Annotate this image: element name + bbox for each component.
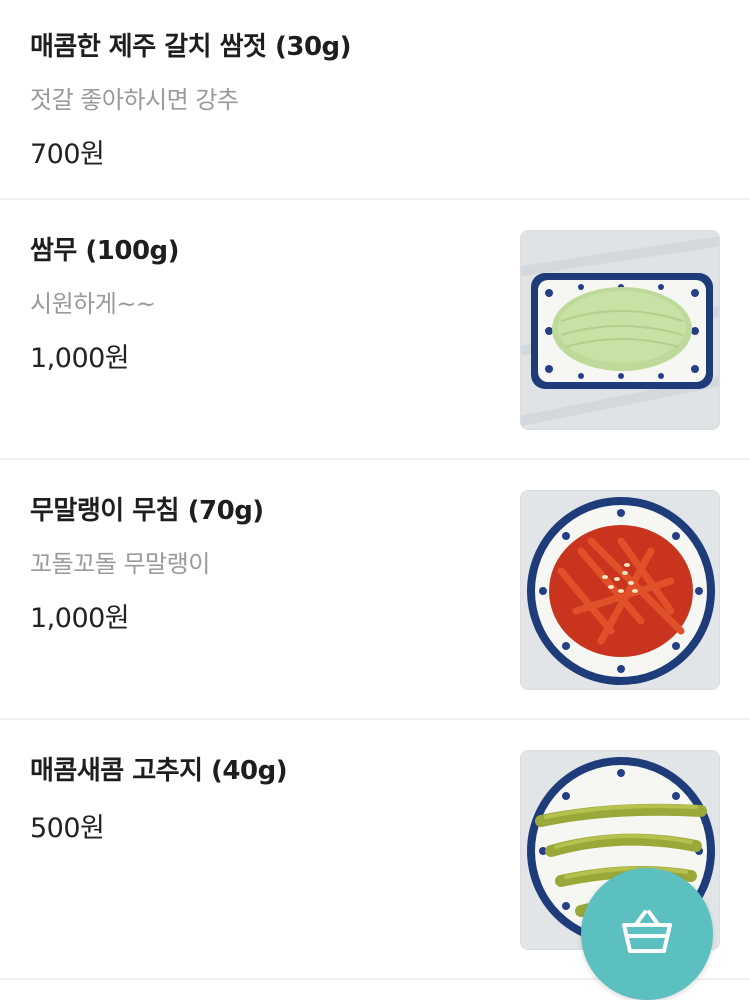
menu-item[interactable]: 매콤한 제주 갈치 쌈젓 (30g) 젓갈 좋아하시면 강추 700원 bbox=[0, 0, 750, 200]
menu-item-name: 매콤새콤 고추지 (40g) bbox=[30, 756, 288, 786]
menu-item-name: 매콤한 제주 갈치 쌈젓 (30g) bbox=[30, 32, 352, 62]
menu-item-price: 1,000원 bbox=[30, 603, 130, 634]
menu-item-name: 무말랭이 무침 (70g) bbox=[30, 496, 264, 526]
menu-item-price: 700원 bbox=[30, 139, 105, 170]
menu-item-description: 시원하게~~ bbox=[30, 290, 156, 318]
menu-item-text: 매콤새콤 고추지 (40g) 500원 bbox=[30, 720, 490, 980]
menu-item-price: 500원 bbox=[30, 813, 105, 844]
menu-item-text: 매콤한 제주 갈치 쌈젓 (30g) 젓갈 좋아하시면 강추 700원 bbox=[30, 0, 490, 200]
menu-item-price: 1,000원 bbox=[30, 343, 130, 374]
basket-icon bbox=[620, 909, 674, 959]
menu-item-text: 쌈무 (100g) 시원하게~~ 1,000원 bbox=[30, 200, 490, 460]
dried-radish-plate-photo[interactable] bbox=[520, 490, 720, 690]
menu-item-description: 꼬돌꼬돌 무말랭이 bbox=[30, 550, 210, 578]
menu-item[interactable]: 무말랭이 무침 (70g) 꼬돌꼬돌 무말랭이 1,000원 bbox=[0, 460, 750, 720]
menu-item-text: 무말랭이 무침 (70g) 꼬돌꼬돌 무말랭이 1,000원 bbox=[30, 460, 490, 720]
menu-item-description: 젓갈 좋아하시면 강추 bbox=[30, 86, 239, 114]
menu-item-name: 쌈무 (100g) bbox=[30, 236, 180, 266]
pickled-radish-plate-photo[interactable] bbox=[520, 230, 720, 430]
menu-item[interactable]: 쌈무 (100g) 시원하게~~ 1,000원 bbox=[0, 200, 750, 460]
cart-button[interactable] bbox=[581, 868, 713, 1000]
